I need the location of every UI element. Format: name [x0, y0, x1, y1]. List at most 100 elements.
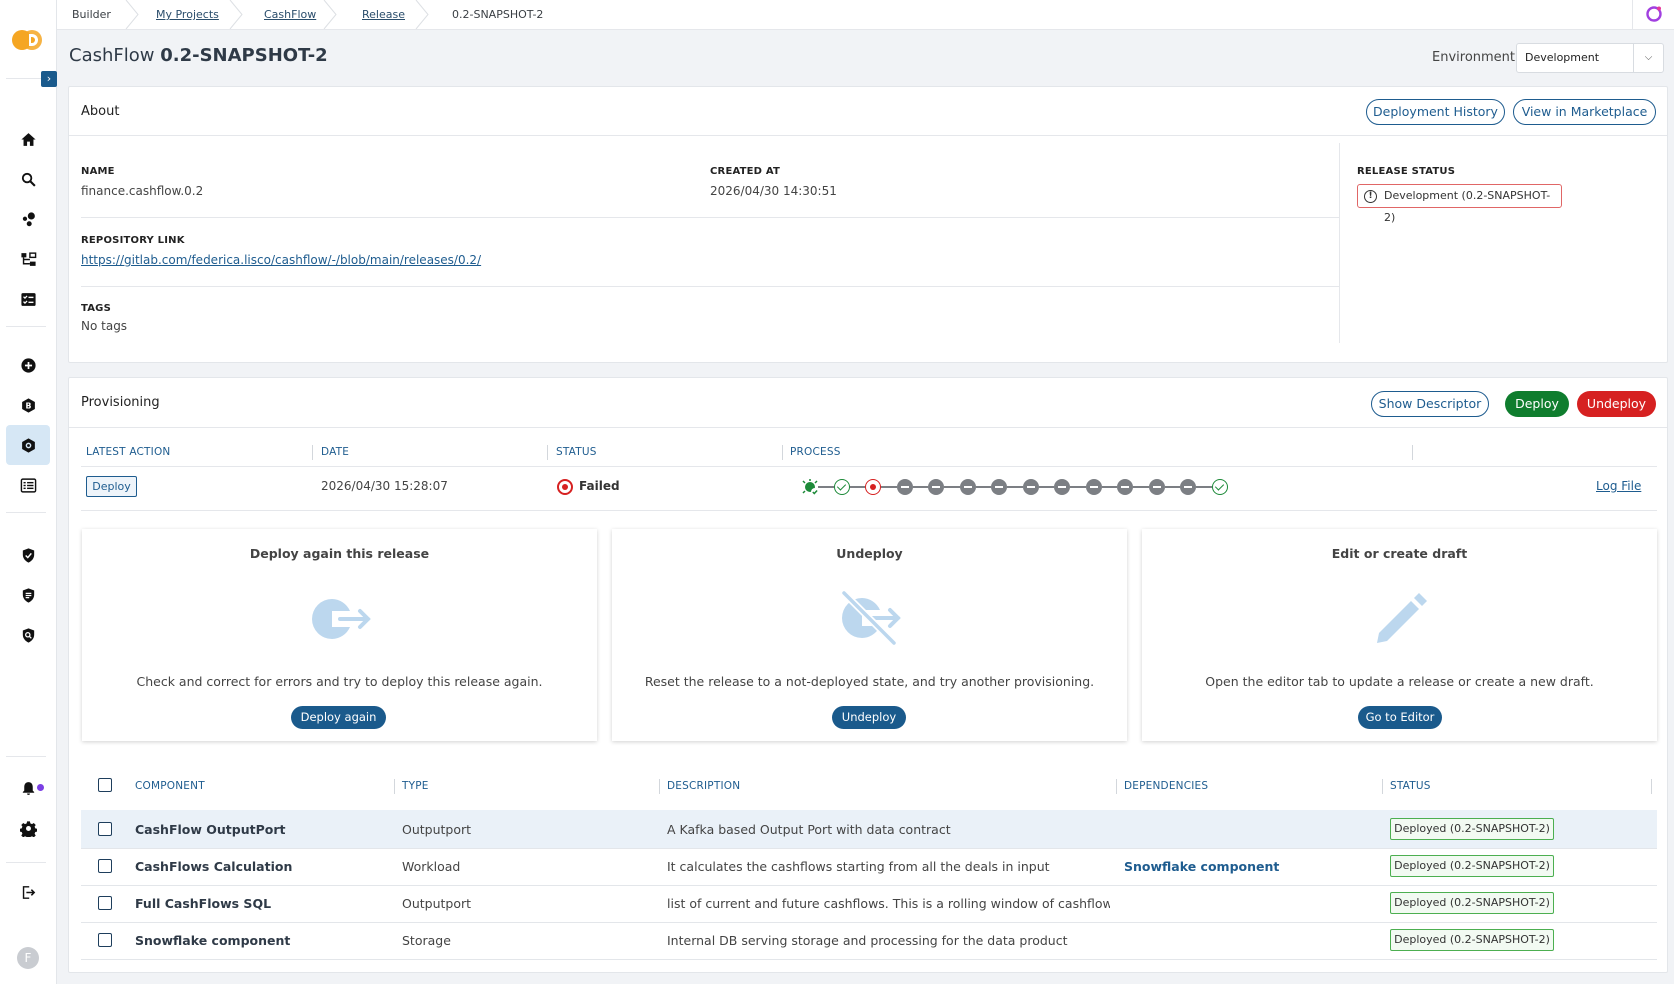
description-header: DESCRIPTION [667, 780, 741, 792]
column-separator [1651, 779, 1652, 794]
component-name[interactable]: Snowflake component [135, 933, 290, 948]
sidebar-divider [6, 78, 46, 79]
row-checkbox[interactable] [98, 822, 112, 836]
component-header: COMPONENT [135, 780, 205, 792]
process-step-skip[interactable] [1117, 479, 1133, 495]
divider [81, 286, 1339, 287]
breadcrumb-item-my-projects[interactable]: My Projects [156, 0, 219, 29]
undeploy-card: Undeploy Reset the release to a not-depl… [612, 529, 1127, 741]
avatar[interactable]: F [17, 947, 39, 969]
app-logo-icon[interactable] [11, 28, 43, 52]
deployment-history-button[interactable]: Deployment History [1366, 99, 1505, 125]
deploy-again-button[interactable]: Deploy again [291, 706, 386, 729]
assistant-button[interactable] [1632, 0, 1674, 29]
component-type: Storage [402, 933, 451, 948]
breadcrumb-separator-icon [415, 0, 429, 29]
component-dependency-link[interactable]: Snowflake component [1124, 859, 1279, 874]
process-connector [849, 486, 865, 488]
row-checkbox[interactable] [98, 859, 112, 873]
release-status-badge: ! Development (0.2-SNAPSHOT-2) [1357, 184, 1562, 224]
process-connector [912, 486, 928, 488]
shield-search-icon[interactable] [6, 615, 50, 655]
process-step-skip[interactable] [1054, 479, 1070, 495]
deploy-again-title: Deploy again this release [249, 546, 430, 561]
process-step-skip[interactable] [928, 479, 944, 495]
select-all-checkbox[interactable] [98, 778, 112, 792]
sidebar-divider [6, 862, 46, 863]
add-circle-icon[interactable] [6, 345, 50, 385]
process-step-fail[interactable] [865, 479, 881, 495]
column-separator [394, 779, 395, 794]
environment-select[interactable]: Development ⌵ [1516, 43, 1664, 73]
status-header: STATUS [556, 446, 597, 458]
component-status-badge: Deployed (0.2-SNAPSHOT-2) [1390, 855, 1554, 877]
undeploy-action-button[interactable]: Undeploy [832, 706, 906, 729]
logout-icon[interactable] [6, 872, 50, 912]
sidebar-expand-icon[interactable]: › [41, 71, 57, 87]
home-icon[interactable] [6, 119, 50, 159]
process-step-ok[interactable] [833, 479, 850, 495]
latest-action-date: 2026/04/30 15:28:07 [321, 479, 448, 493]
component-description: A Kafka based Output Port with data cont… [667, 822, 951, 837]
about-title: About [81, 104, 120, 119]
edit-draft-title: Edit or create draft [1331, 546, 1468, 561]
checklist-icon[interactable] [6, 279, 50, 319]
bubbles-icon[interactable] [6, 199, 50, 239]
divider [69, 135, 1667, 136]
bell-icon[interactable] [6, 768, 50, 808]
process-step-skip[interactable] [991, 479, 1007, 495]
process-connector [1038, 486, 1054, 488]
row-checkbox[interactable] [98, 896, 112, 910]
alert-circle-icon: ! [1364, 190, 1377, 203]
undeploy-icon [841, 591, 901, 645]
component-type: Outputport [402, 822, 472, 837]
component-name[interactable]: Full CashFlows SQL [135, 896, 271, 911]
edit-draft-description: Open the editor tab to update a release … [1205, 674, 1594, 689]
process-step-skip[interactable] [1180, 479, 1196, 495]
log-file-link[interactable]: Log File [1596, 479, 1641, 493]
row-divider [81, 885, 1657, 886]
gear-icon[interactable] [6, 808, 50, 848]
deploy-button[interactable]: Deploy [1505, 391, 1569, 417]
list-icon[interactable] [6, 465, 50, 505]
column-separator [1412, 445, 1413, 460]
component-status-badge: Deployed (0.2-SNAPSHOT-2) [1390, 892, 1554, 914]
view-marketplace-button[interactable]: View in Marketplace [1513, 99, 1656, 125]
process-step-skip[interactable] [896, 479, 913, 495]
component-name[interactable]: CashFlow OutputPort [135, 822, 285, 837]
process-step-skip[interactable] [1085, 479, 1102, 495]
breadcrumb-separator-icon [229, 0, 243, 29]
shield-check-icon[interactable] [6, 535, 50, 575]
hierarchy-icon[interactable] [6, 239, 50, 279]
process-steps [802, 478, 1228, 497]
project-name: CashFlow [69, 45, 155, 66]
go-to-editor-button[interactable]: Go to Editor [1358, 706, 1442, 729]
divider [81, 466, 1657, 467]
repository-link[interactable]: https://gitlab.com/federica.lisco/cashfl… [81, 253, 481, 267]
shield-list-icon[interactable] [6, 575, 50, 615]
undeploy-button[interactable]: Undeploy [1577, 391, 1656, 417]
row-checkbox[interactable] [98, 933, 112, 947]
search-icon[interactable] [6, 159, 50, 199]
breadcrumb-item-builder[interactable]: Builder [72, 0, 111, 29]
component-name[interactable]: CashFlows Calculation [135, 859, 292, 874]
release-status-value: Development (0.2-SNAPSHOT-2) [1384, 189, 1551, 224]
process-step-skip[interactable] [959, 479, 976, 495]
show-descriptor-button[interactable]: Show Descriptor [1371, 391, 1489, 417]
builder-b-icon[interactable]: B [6, 385, 50, 425]
row-divider [81, 922, 1657, 923]
divider [81, 510, 1657, 511]
latest-action-status: Failed [579, 479, 620, 493]
breadcrumb-item-cashflow[interactable]: CashFlow [264, 0, 316, 29]
process-step-skip[interactable] [1148, 479, 1165, 495]
process-start-icon[interactable] [802, 479, 820, 497]
process-step-ok[interactable] [1211, 479, 1228, 495]
process-step-skip[interactable] [1022, 479, 1039, 495]
process-header: PROCESS [790, 446, 841, 458]
breadcrumb-item-release[interactable]: Release [362, 0, 405, 29]
component-description: It calculates the cashflows starting fro… [667, 859, 1050, 874]
column-separator [1116, 779, 1117, 794]
created-at-label: CREATED AT [710, 166, 781, 177]
provisioning-card: Provisioning Show Descriptor Deploy Unde… [68, 377, 1668, 973]
release-hex-icon[interactable] [6, 425, 50, 465]
